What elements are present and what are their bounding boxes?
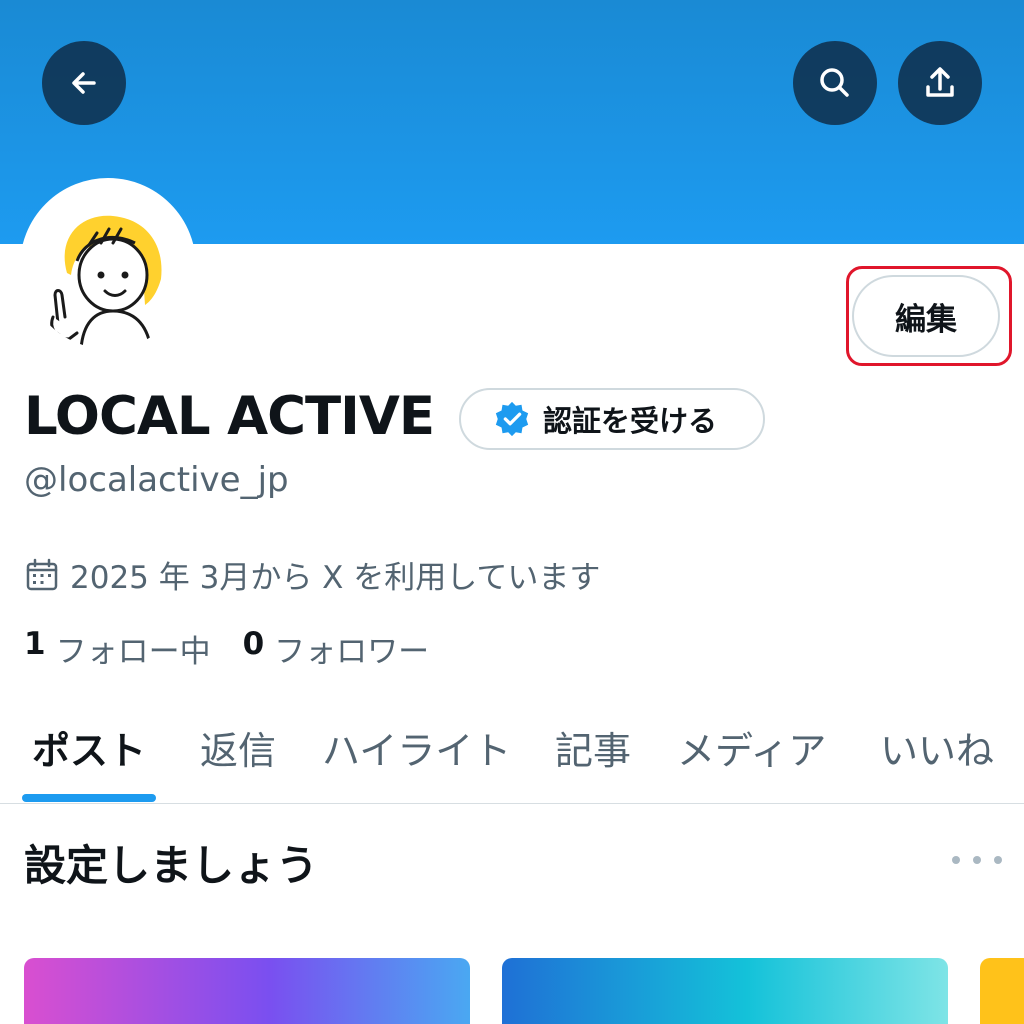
arrow-left-icon [72,72,96,94]
joined-text: 2025 年 3月から X を利用しています [70,560,601,596]
cartoon-avatar-icon [50,215,162,349]
profile-tabs: ポスト 返信 ハイライト 記事 メディア いいね [0,700,1024,804]
edit-profile-button[interactable]: 編集 [852,275,1000,357]
setup-card[interactable] [502,958,948,1024]
get-verified-label: 認証を受ける [543,404,718,438]
share-button[interactable] [898,41,982,125]
tab-replies[interactable]: 返信 [200,720,276,775]
following-count[interactable]: 1 [24,626,46,671]
more-horizontal-icon [952,856,960,864]
setup-section-title: 設定しましょう [24,841,319,890]
setup-card[interactable] [980,958,1024,1024]
search-icon [820,68,849,97]
following-label[interactable]: フォロー中 [56,626,211,671]
followers-label[interactable]: フォロワー [274,626,429,671]
verified-badge-icon [495,401,529,437]
tab-media[interactable]: メディア [677,720,826,775]
tab-likes[interactable]: いいね [880,720,994,775]
calendar-icon [26,558,58,590]
tab-highlights[interactable]: ハイライト [322,720,511,775]
tab-articles[interactable]: 記事 [555,720,631,775]
search-button[interactable] [793,41,877,125]
get-verified-button[interactable]: 認証を受ける [459,388,765,450]
back-button[interactable] [42,41,126,125]
follow-stats: 1 フォロー中 0 フォロワー [24,626,461,671]
profile-avatar[interactable] [20,178,196,354]
share-icon [926,67,954,97]
display-name: LOCAL ACTIVE [24,386,435,447]
followers-count[interactable]: 0 [243,626,265,671]
tab-posts[interactable]: ポスト [32,720,146,775]
joined-date: 2025 年 3月から X を利用しています [24,552,600,597]
setup-card[interactable] [24,958,470,1024]
more-options-button[interactable] [952,840,1002,880]
active-tab-indicator [22,794,156,802]
user-handle: @localactive_jp [24,460,289,500]
